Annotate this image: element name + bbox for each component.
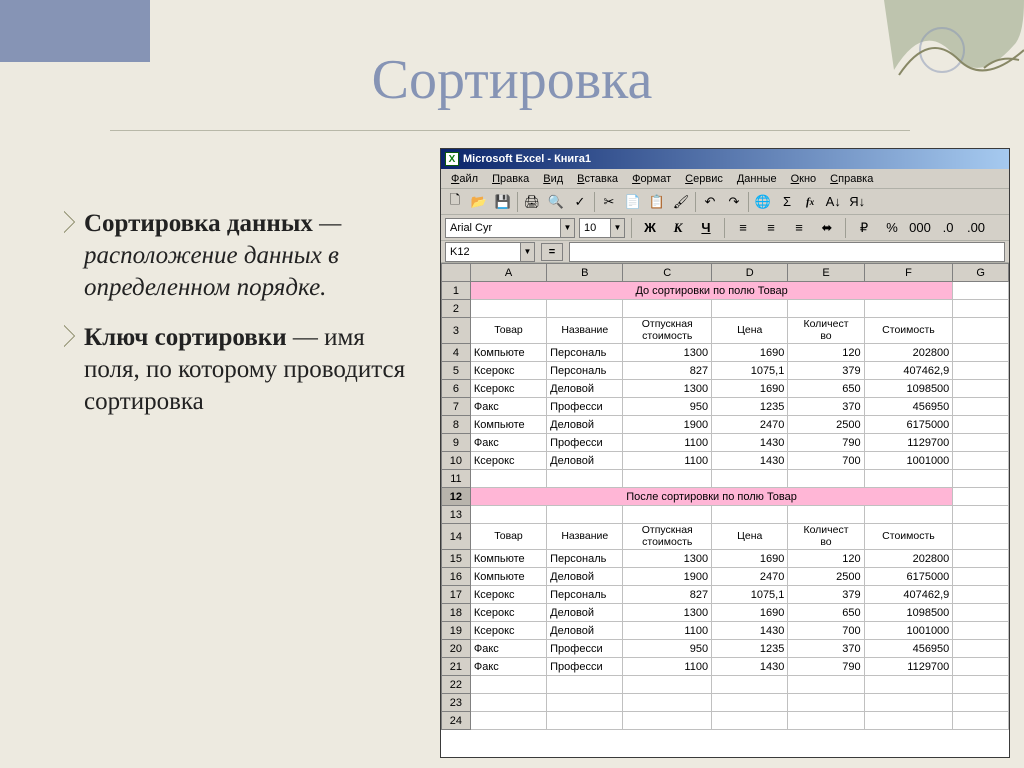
autosum-icon[interactable]: Σ	[775, 191, 799, 213]
menu-данные[interactable]: Данные	[731, 171, 783, 187]
row-header-7[interactable]: 7	[442, 398, 471, 416]
save-icon[interactable]: 💾	[491, 191, 515, 213]
row-header-8[interactable]: 8	[442, 416, 471, 434]
hyperlink-icon[interactable]: 🌐	[751, 191, 775, 213]
title-rule	[110, 130, 910, 131]
titlebar[interactable]: X Microsoft Excel - Книга1	[441, 149, 1009, 169]
excel-app-icon: X	[445, 152, 459, 166]
align-right-icon[interactable]: ≡	[787, 217, 811, 239]
menu-формат[interactable]: Формат	[626, 171, 677, 187]
row-header-3[interactable]: 3	[442, 318, 471, 344]
row-header-15[interactable]: 15	[442, 550, 471, 568]
menu-окно[interactable]: Окно	[785, 171, 823, 187]
row-header-16[interactable]: 16	[442, 568, 471, 586]
bold-icon[interactable]: Ж	[638, 217, 662, 239]
chevron-down-icon[interactable]: ▼	[520, 243, 534, 261]
equals-button[interactable]: =	[541, 243, 563, 261]
align-center-icon[interactable]: ≡	[759, 217, 783, 239]
row-header-4[interactable]: 4	[442, 344, 471, 362]
slide-title: Сортировка	[0, 48, 1024, 112]
row-header-24[interactable]: 24	[442, 712, 471, 730]
align-left-icon[interactable]: ≡	[731, 217, 755, 239]
format-painter-icon[interactable]: 🖌	[669, 191, 693, 213]
menu-правка[interactable]: Правка	[486, 171, 535, 187]
name-box-value: K12	[446, 246, 474, 258]
sort-desc-icon[interactable]: Я↓	[845, 191, 869, 213]
col-header-A[interactable]: A	[470, 264, 546, 282]
dec-dec-icon[interactable]: .00	[964, 217, 988, 239]
percent-icon[interactable]: %	[880, 217, 904, 239]
chevron-down-icon[interactable]: ▼	[610, 219, 624, 237]
spreadsheet-grid[interactable]: ABCDEFG1До сортировки по полю Товар23Тов…	[441, 263, 1009, 757]
name-box[interactable]: K12 ▼	[445, 242, 535, 262]
row-header-5[interactable]: 5	[442, 362, 471, 380]
row-header-21[interactable]: 21	[442, 658, 471, 676]
spellcheck-icon[interactable]: ✓	[568, 191, 592, 213]
font-name-combo[interactable]: Arial Cyr ▼	[445, 218, 575, 238]
row-header-9[interactable]: 9	[442, 434, 471, 452]
row-header-19[interactable]: 19	[442, 622, 471, 640]
dec-inc-icon[interactable]: .0	[936, 217, 960, 239]
menubar: ФайлПравкаВидВставкаФорматСервисДанныеОк…	[441, 169, 1009, 189]
row-header-17[interactable]: 17	[442, 586, 471, 604]
menu-вставка[interactable]: Вставка	[571, 171, 624, 187]
bullet-2-term: Ключ сортировки	[84, 324, 287, 351]
new-icon[interactable]: 🗋	[443, 191, 467, 213]
row-header-11[interactable]: 11	[442, 470, 471, 488]
bullet-2: Ключ сортировки — имя поля, по которому …	[56, 322, 416, 418]
col-header-E[interactable]: E	[788, 264, 864, 282]
col-header-F[interactable]: F	[864, 264, 953, 282]
standard-toolbar: 🗋 📂 💾 🖨 🔍 ✓ ✂ 📄 📋 🖌 ↶ ↷ 🌐 Σ fx A↓ Я↓	[441, 189, 1009, 215]
row-header-14[interactable]: 14	[442, 524, 471, 550]
copy-icon[interactable]: 📄	[621, 191, 645, 213]
col-header-C[interactable]: C	[623, 264, 712, 282]
menu-вид[interactable]: Вид	[537, 171, 569, 187]
menu-сервис[interactable]: Сервис	[679, 171, 729, 187]
thousands-icon[interactable]: 000	[908, 217, 932, 239]
font-size-combo[interactable]: 10 ▼	[579, 218, 625, 238]
redo-icon[interactable]: ↷	[722, 191, 746, 213]
row-header-2[interactable]: 2	[442, 300, 471, 318]
row-header-18[interactable]: 18	[442, 604, 471, 622]
open-icon[interactable]: 📂	[467, 191, 491, 213]
bullet-1: Сортировка данных — расположение данных …	[56, 208, 416, 304]
window-title: Microsoft Excel - Книга1	[463, 153, 591, 165]
slide-root: Сортировка Сортировка данных — расположе…	[0, 0, 1024, 768]
col-header-G[interactable]: G	[953, 264, 1009, 282]
function-icon[interactable]: fx	[799, 191, 821, 213]
row-header-12[interactable]: 12	[442, 488, 471, 506]
underline-icon[interactable]: Ч	[694, 217, 718, 239]
bullet-1-term: Сортировка данных	[84, 210, 313, 237]
row-header-13[interactable]: 13	[442, 506, 471, 524]
formula-bar[interactable]	[569, 242, 1005, 262]
preview-icon[interactable]: 🔍	[544, 191, 568, 213]
format-toolbar: Arial Cyr ▼ 10 ▼ Ж К Ч ≡ ≡ ≡ ⬌ ₽ % 000 .…	[441, 215, 1009, 241]
row-header-10[interactable]: 10	[442, 452, 471, 470]
row-header-1[interactable]: 1	[442, 282, 471, 300]
menu-справка[interactable]: Справка	[824, 171, 879, 187]
row-header-6[interactable]: 6	[442, 380, 471, 398]
col-header-D[interactable]: D	[712, 264, 788, 282]
col-header-B[interactable]: B	[547, 264, 623, 282]
sort-asc-icon[interactable]: A↓	[821, 191, 845, 213]
row-header-22[interactable]: 22	[442, 676, 471, 694]
font-size-value: 10	[580, 222, 600, 234]
currency-icon[interactable]: ₽	[852, 217, 876, 239]
print-icon[interactable]: 🖨	[520, 191, 544, 213]
font-name-value: Arial Cyr	[446, 222, 496, 234]
formula-bar-row: K12 ▼ =	[441, 241, 1009, 263]
italic-icon[interactable]: К	[666, 217, 690, 239]
cut-icon[interactable]: ✂	[597, 191, 621, 213]
excel-window: X Microsoft Excel - Книга1 ФайлПравкаВид…	[440, 148, 1010, 758]
bullet-list: Сортировка данных — расположение данных …	[56, 208, 416, 436]
undo-icon[interactable]: ↶	[698, 191, 722, 213]
merge-icon[interactable]: ⬌	[815, 217, 839, 239]
paste-icon[interactable]: 📋	[645, 191, 669, 213]
row-header-23[interactable]: 23	[442, 694, 471, 712]
menu-файл[interactable]: Файл	[445, 171, 484, 187]
row-header-20[interactable]: 20	[442, 640, 471, 658]
chevron-down-icon[interactable]: ▼	[560, 219, 574, 237]
